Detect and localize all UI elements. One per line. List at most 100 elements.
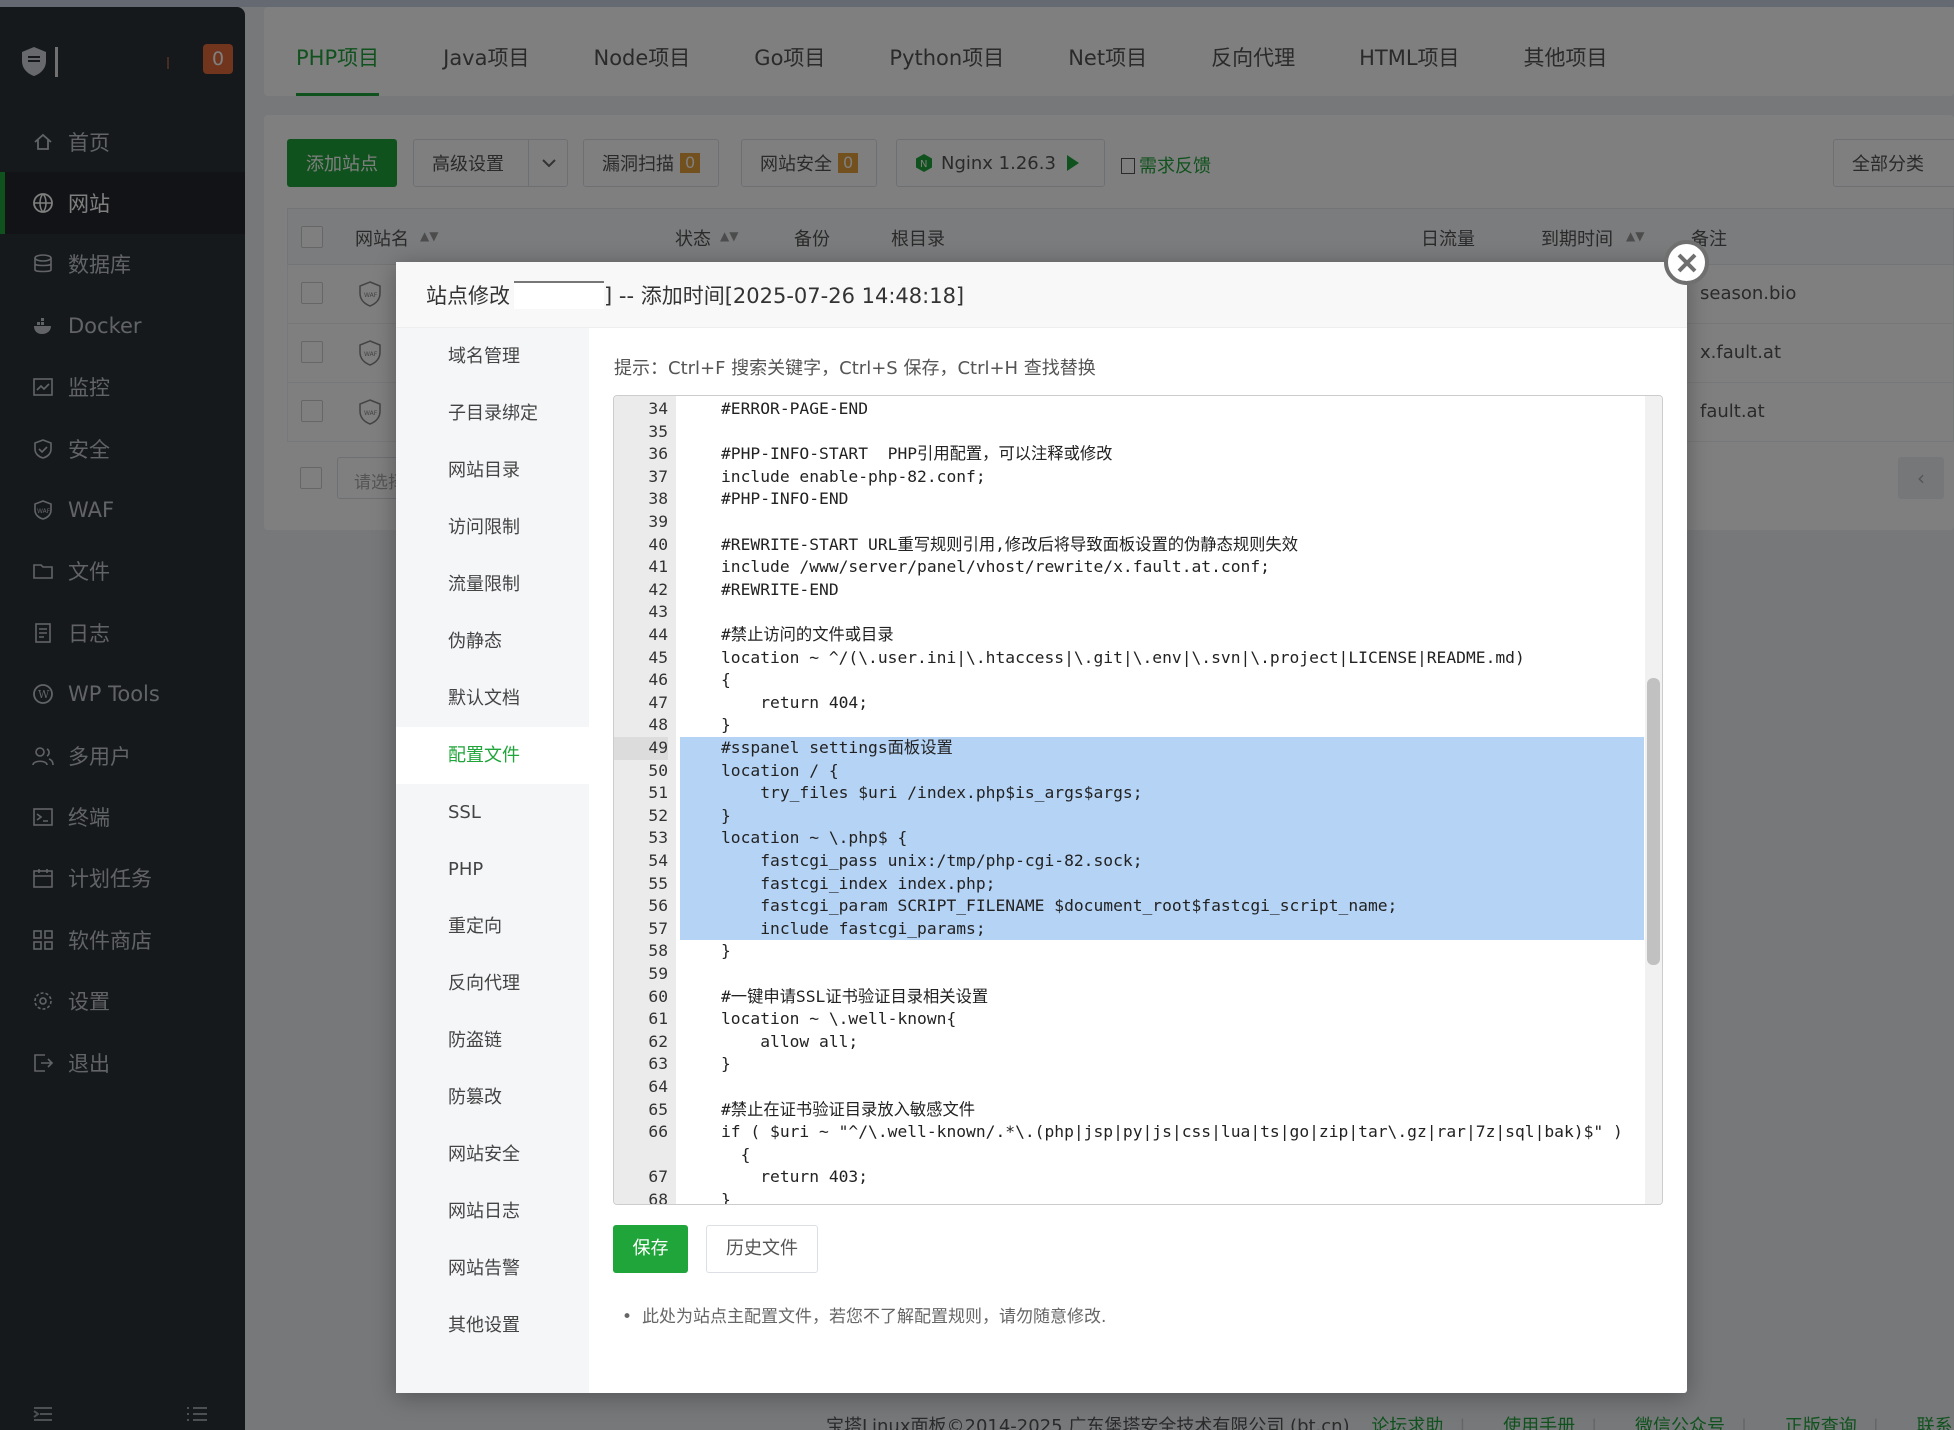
code-line[interactable]: 68} — [614, 1189, 1644, 1205]
code-line[interactable]: { — [614, 1144, 1644, 1167]
code-line[interactable]: 37 include enable-php-82.conf; — [614, 466, 1644, 489]
code-line[interactable]: 40 #REWRITE-START URL重写规则引用,修改后将导致面板设置的伪静… — [614, 534, 1644, 557]
line-number: 52 — [648, 805, 668, 825]
config-note: 此处为站点主配置文件，若您不了解配置规则，请勿随意修改. — [622, 1302, 1106, 1327]
line-number: 68 — [648, 1190, 668, 1205]
code-line[interactable]: 54 fastcgi_pass unix:/tmp/php-cgi-82.soc… — [614, 850, 1644, 873]
code-line[interactable]: 63} — [614, 1053, 1644, 1076]
modal-nav-item[interactable]: 配置文件 — [396, 727, 589, 784]
modal-nav-item[interactable]: 网站日志 — [396, 1183, 589, 1240]
modal-nav-item[interactable]: 重定向 — [396, 898, 589, 955]
modal-nav-item[interactable]: 默认文档 — [396, 670, 589, 727]
code-line[interactable]: 67 return 403; — [614, 1166, 1644, 1189]
modal-nav-item[interactable]: PHP — [396, 841, 589, 898]
code-line[interactable]: 35 — [614, 421, 1644, 444]
code-line[interactable]: 66 if ( $uri ~ "^/\.well-known/.*\.(php|j… — [614, 1121, 1644, 1144]
code-line[interactable]: 53 location ~ \.php$ { — [614, 827, 1644, 850]
code-line[interactable]: 49 #sspanel settings面板设置 — [614, 737, 1644, 760]
line-number: 56 — [648, 896, 668, 916]
code-text: #禁止在证书验证目录放入敏感文件 — [721, 1099, 976, 1119]
modal-nav-item[interactable]: 访问限制 — [396, 499, 589, 556]
modal-nav-item[interactable]: 域名管理 — [396, 328, 589, 385]
code-line[interactable]: 52} — [614, 804, 1644, 828]
code-text: try_files $uri /index.php$is_args$args; — [721, 783, 1143, 803]
line-number: 64 — [648, 1077, 668, 1096]
code-line[interactable]: 59 — [614, 963, 1644, 986]
close-icon — [1677, 253, 1696, 272]
code-text: fastcgi_index index.php; — [721, 873, 996, 893]
code-line[interactable]: 46 { — [614, 669, 1644, 692]
code-text: allow all; — [721, 1031, 859, 1051]
modal-nav-item[interactable]: SSL — [396, 784, 589, 841]
history-button[interactable]: 历史文件 — [706, 1225, 818, 1273]
code-text: } — [721, 1190, 731, 1205]
line-number: 66 — [648, 1122, 668, 1142]
code-text: { — [721, 1144, 751, 1164]
code-text: include /www/server/panel/vhost/rewrite/… — [721, 557, 1270, 577]
modal-nav-item[interactable]: 反向代理 — [396, 955, 589, 1012]
code-line[interactable]: 38 #PHP-INFO-END — [614, 488, 1644, 511]
code-text: location / { — [721, 760, 839, 780]
line-number: 51 — [648, 783, 668, 803]
code-line[interactable]: 48} — [614, 714, 1644, 737]
modal-title-prefix: 站点修改 — [426, 283, 510, 308]
modal-nav-item[interactable]: 网站安全 — [396, 1126, 589, 1183]
code-line[interactable]: 62 allow all; — [614, 1031, 1644, 1054]
code-line[interactable]: 50 location / { — [614, 759, 1644, 783]
code-line[interactable]: 51 try_files $uri /index.php$is_args$arg… — [614, 782, 1644, 805]
code-text: #REWRITE-END — [721, 579, 839, 599]
code-text: #一键申请SSL证书验证目录相关设置 — [721, 986, 989, 1006]
code-line[interactable]: 65 #禁止在证书验证目录放入敏感文件 — [614, 1099, 1644, 1122]
code-line[interactable]: 58} — [614, 940, 1644, 963]
close-button[interactable] — [1664, 240, 1709, 285]
line-number: 45 — [648, 647, 668, 667]
modal-nav-item[interactable]: 伪静态 — [396, 613, 589, 670]
code-line[interactable]: 44 #禁止访问的文件或目录 — [614, 624, 1644, 647]
line-number: 40 — [648, 534, 668, 554]
code-line[interactable]: 64 — [614, 1076, 1644, 1099]
editor-scroll-thumb[interactable] — [1647, 678, 1660, 965]
code-line[interactable]: 60 #一键申请SSL证书验证目录相关设置 — [614, 986, 1644, 1009]
code-text: location ~ \.well-known{ — [721, 1009, 957, 1029]
code-line[interactable]: 56 fastcgi_param SCRIPT_FILENAME $docume… — [614, 895, 1644, 918]
line-number: 47 — [648, 692, 668, 712]
line-number: 61 — [648, 1009, 668, 1029]
code-text: #PHP-INFO-START PHP引用配置，可以注释或修改 — [721, 444, 1113, 464]
code-line[interactable]: 47 return 404; — [614, 692, 1644, 715]
modal-nav-item[interactable]: 其他设置 — [396, 1297, 589, 1354]
code-line[interactable]: 41 include /www/server/panel/vhost/rewrit… — [614, 556, 1644, 579]
modal-nav-item[interactable]: 网站告警 — [396, 1240, 589, 1297]
code-line[interactable]: 55 fastcgi_index index.php; — [614, 872, 1644, 896]
config-editor[interactable]: 34 #ERROR-PAGE-END 35 36 #PHP-INFO-START PHP… — [613, 395, 1663, 1205]
code-line[interactable]: 42 #REWRITE-END — [614, 579, 1644, 602]
line-number: 60 — [648, 986, 668, 1006]
code-text: if ( $uri ~ "^/\.well-known/.*\.(php|jsp… — [721, 1122, 1623, 1142]
code-line[interactable]: 45 location ~ ^/(\.user.ini|\.htaccess|\.… — [614, 647, 1644, 670]
save-button[interactable]: 保存 — [613, 1225, 688, 1273]
code-line[interactable]: 39 — [614, 511, 1644, 534]
code-line[interactable]: 43 — [614, 601, 1644, 624]
code-text: #sspanel settings面板设置 — [721, 738, 953, 757]
code-text: location ~ \.php$ { — [721, 828, 908, 848]
site-edit-modal: 站点修改 ] -- 添加时间[2025-07-26 14:48:18] 域名管理… — [396, 262, 1687, 1393]
redacted-site-name — [514, 280, 604, 309]
modal-title-suffix: ] -- 添加时间[2025-07-26 14:48:18] — [604, 283, 965, 308]
code-line[interactable]: 61 location ~ \.well-known{ — [614, 1008, 1644, 1031]
code-text: } — [721, 941, 731, 961]
modal-nav-item[interactable]: 防盗链 — [396, 1012, 589, 1069]
modal-nav-item[interactable]: 流量限制 — [396, 556, 589, 613]
code-text: } — [721, 715, 731, 735]
modal-nav-item[interactable]: 防篡改 — [396, 1069, 589, 1126]
line-number: 41 — [648, 557, 668, 577]
code-line[interactable]: 57 include fastcgi_params; — [614, 917, 1644, 941]
code-text: #REWRITE-START URL重写规则引用,修改后将导致面板设置的伪静态规… — [721, 534, 1298, 554]
code-line[interactable]: 34 #ERROR-PAGE-END — [614, 398, 1644, 421]
code-line[interactable]: 36 #PHP-INFO-START PHP引用配置，可以注释或修改 — [614, 443, 1644, 466]
line-number: 43 — [648, 602, 668, 622]
line-number: 53 — [648, 828, 668, 848]
modal-nav-item[interactable]: 子目录绑定 — [396, 385, 589, 442]
code-text: } — [721, 805, 731, 825]
code-text: fastcgi_pass unix:/tmp/php-cgi-82.sock; — [721, 851, 1143, 870]
code-text: #PHP-INFO-END — [721, 489, 849, 509]
modal-nav-item[interactable]: 网站目录 — [396, 442, 589, 499]
